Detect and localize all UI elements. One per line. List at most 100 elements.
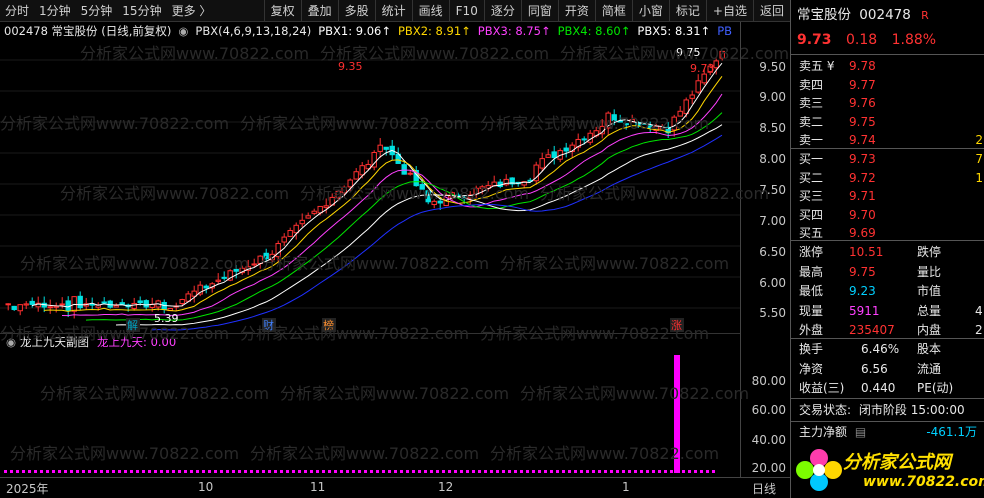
tab-5min[interactable]: 5分钟 bbox=[76, 0, 118, 22]
candle-body bbox=[59, 303, 65, 306]
zero-dot bbox=[556, 470, 559, 473]
zero-dot bbox=[610, 470, 613, 473]
f10-button[interactable]: F10 bbox=[448, 0, 484, 22]
zero-dot bbox=[526, 470, 529, 473]
zero-dot bbox=[262, 470, 265, 473]
ask-row[interactable]: 卖三 9.76 bbox=[791, 93, 984, 113]
candle-body bbox=[347, 179, 353, 188]
candle-body bbox=[437, 200, 443, 204]
zero-dot bbox=[598, 470, 601, 473]
candle-body bbox=[713, 60, 719, 69]
event-marker: 财 bbox=[263, 318, 274, 332]
flower-logo-icon bbox=[796, 449, 842, 491]
bid-row[interactable]: 买二 9.72 1 bbox=[791, 168, 984, 188]
candle-body bbox=[551, 151, 557, 159]
tab-more[interactable]: 更多 〉 bbox=[167, 0, 217, 22]
zero-dot bbox=[70, 470, 73, 473]
main-flow-label: 主力净额 bbox=[799, 425, 848, 439]
zero-dot bbox=[490, 470, 493, 473]
indicator-line: 002478 常宝股份 (日线,前复权) ◉ PBX(4,6,9,13,18,2… bbox=[0, 22, 740, 40]
tab-15min[interactable]: 15分钟 bbox=[117, 0, 166, 22]
ask-row[interactable]: 卖五 ¥ 9.78 bbox=[791, 56, 984, 76]
back-button[interactable]: 返回 bbox=[752, 0, 790, 22]
ask-price: 9.74 bbox=[849, 133, 876, 147]
zero-dot bbox=[424, 470, 427, 473]
minute-button[interactable]: 逐分 bbox=[483, 0, 521, 22]
candle-body bbox=[677, 110, 683, 117]
recent-close-label: 9.73 bbox=[690, 62, 715, 75]
stat-label: 市值 bbox=[917, 284, 942, 298]
bid-label: 买四 bbox=[799, 207, 824, 222]
zero-dot bbox=[196, 470, 199, 473]
signal-bar bbox=[674, 355, 680, 473]
stock-title: 002478 常宝股份 (日线,前复权) bbox=[4, 24, 172, 38]
add-watchlist-button[interactable]: +自选 bbox=[705, 0, 753, 22]
zero-dot bbox=[292, 470, 295, 473]
candle-body bbox=[563, 147, 569, 152]
bid-price: 9.71 bbox=[849, 189, 876, 203]
candle-body bbox=[47, 306, 53, 309]
candle-body bbox=[5, 303, 11, 306]
site-logo: 分析家公式网 www.70822.com bbox=[791, 444, 984, 498]
ask-row[interactable]: 卖一 9.74 2 bbox=[791, 130, 984, 150]
zero-dot bbox=[250, 470, 253, 473]
ask-row[interactable]: 卖二 9.75 bbox=[791, 112, 984, 132]
zero-dot bbox=[64, 470, 67, 473]
same-window-button[interactable]: 同窗 bbox=[520, 0, 558, 22]
sub-chart-title[interactable]: 龙上九天副图 bbox=[20, 334, 89, 350]
tab-1min[interactable]: 1分钟 bbox=[34, 0, 76, 22]
candle-body bbox=[431, 200, 437, 206]
ma-line bbox=[151, 134, 723, 331]
candle-body bbox=[719, 50, 725, 59]
zero-dot bbox=[430, 470, 433, 473]
indicator-dropdown-icon[interactable]: ◉ bbox=[178, 24, 188, 38]
bid-row[interactable]: 买四 9.70 bbox=[791, 205, 984, 225]
period-label[interactable]: 日线 bbox=[752, 480, 776, 497]
date-label: 11 bbox=[310, 480, 326, 494]
small-window-button[interactable]: 小窗 bbox=[631, 0, 669, 22]
simple-frame-button[interactable]: 简框 bbox=[594, 0, 632, 22]
bid-row[interactable]: 买三 9.71 bbox=[791, 186, 984, 206]
price-tick-label: 6.00 bbox=[759, 276, 786, 290]
mark-button[interactable]: 标记 bbox=[668, 0, 706, 22]
sub-indicator-chart[interactable] bbox=[0, 349, 740, 477]
zero-dot bbox=[178, 470, 181, 473]
bid-row[interactable]: 买一 9.73 7 bbox=[791, 149, 984, 169]
candle-body bbox=[293, 224, 299, 234]
candlestick-chart[interactable]: 9.35 5.39 9.75 9.73 解 财 榜 涨 bbox=[0, 40, 740, 333]
date-label: 10 bbox=[198, 480, 214, 494]
fund-value: 6.46% bbox=[861, 342, 900, 356]
price-change-pct: 1.88% bbox=[891, 32, 937, 48]
stat-label: 现量 bbox=[799, 303, 824, 318]
candle-body bbox=[359, 165, 365, 176]
pbx6-value: PB bbox=[717, 24, 733, 38]
last-price: 9.73 bbox=[797, 32, 832, 48]
stock-code: 002478 bbox=[859, 7, 911, 23]
tab-intraday[interactable]: 分时 bbox=[0, 0, 34, 22]
multi-stock-button[interactable]: 多股 bbox=[337, 0, 375, 22]
stats-button[interactable]: 统计 bbox=[374, 0, 412, 22]
stat-row: 现量 5911 总量 4 bbox=[791, 301, 984, 321]
zero-dot bbox=[148, 470, 151, 473]
ma-line bbox=[31, 62, 723, 308]
price-change: 0.18 bbox=[846, 32, 878, 48]
ma-line bbox=[85, 112, 723, 321]
candle-body bbox=[17, 304, 23, 312]
zero-dot bbox=[112, 470, 115, 473]
zero-dot bbox=[652, 470, 655, 473]
adjust-button[interactable]: 复权 bbox=[263, 0, 301, 22]
candle-body bbox=[545, 154, 551, 158]
draw-button[interactable]: 画线 bbox=[411, 0, 449, 22]
candle-body bbox=[299, 219, 305, 225]
grid-icon[interactable]: ▤ bbox=[855, 425, 866, 439]
sub-indicator-icon[interactable]: ◉ bbox=[6, 335, 16, 349]
indicator-formula[interactable]: PBX(4,6,9,13,18,24) bbox=[195, 24, 311, 38]
ask-row[interactable]: 卖四 9.77 bbox=[791, 75, 984, 95]
low-price-label: 5.39 bbox=[154, 312, 179, 325]
open-button[interactable]: 开资 bbox=[557, 0, 595, 22]
price-tick-label: 9.00 bbox=[759, 90, 786, 104]
overlay-button[interactable]: 叠加 bbox=[300, 0, 338, 22]
zero-dot bbox=[688, 470, 691, 473]
zero-dot bbox=[100, 470, 103, 473]
zero-dot bbox=[514, 470, 517, 473]
